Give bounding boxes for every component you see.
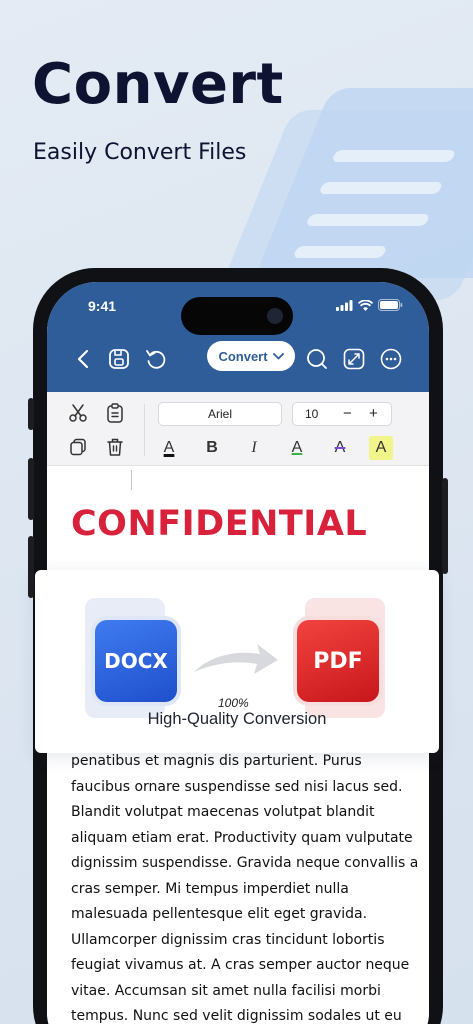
battery-icon: [378, 299, 403, 311]
font-color-letter: A: [163, 439, 175, 456]
document-line: Ullamcorper dignissim cras tincidunt lob…: [71, 931, 385, 948]
italic-button[interactable]: I: [242, 436, 266, 460]
background-line: [331, 150, 457, 162]
phone-power-button: [442, 478, 448, 574]
convert-label: Convert: [218, 348, 268, 364]
document-line: Blandit volutpat maecenas volutpat bland…: [71, 804, 375, 820]
fullscreen-button[interactable]: [340, 345, 368, 373]
conversion-card: DOCX PDF 100% High-Quality Conversion: [35, 570, 439, 753]
cellular-signal-icon: [336, 299, 353, 311]
formatting-ribbon: Ariel 10 − + A B I A A A: [47, 392, 429, 466]
undo-button[interactable]: [142, 345, 170, 373]
conversion-progress: 100%: [218, 696, 249, 710]
back-icon: [77, 349, 89, 369]
search-icon: [307, 349, 327, 369]
scissors-icon: [69, 404, 87, 422]
background-line: [305, 214, 431, 226]
convert-dropdown-button[interactable]: Convert: [207, 341, 295, 371]
pdf-file-icon: PDF: [297, 620, 379, 702]
highlight-button[interactable]: A: [369, 436, 393, 460]
decrease-font-size-button[interactable]: −: [343, 405, 352, 422]
italic-letter: I: [251, 439, 257, 456]
app-toolbar: Convert: [47, 337, 429, 381]
ribbon-divider: [144, 404, 145, 456]
arrow-right-icon: [194, 644, 278, 674]
highlight-letter: A: [375, 439, 387, 456]
docx-file-icon: DOCX: [95, 620, 177, 702]
bold-button[interactable]: B: [200, 436, 224, 460]
hero-subtitle: Easily Convert Files: [33, 140, 247, 165]
back-button[interactable]: [69, 345, 97, 373]
phone-volume-up: [28, 458, 34, 520]
document-line: dignissim suspendisse. Gravida neque con…: [71, 855, 419, 871]
copy-button[interactable]: [67, 436, 89, 458]
hero-title: Convert: [32, 52, 284, 117]
document-line: malesuada pellentesque elit eget gravida…: [71, 906, 368, 922]
document-body: penatibus et magnis dis parturient. Puru…: [71, 749, 419, 1024]
fullscreen-icon: [343, 348, 365, 370]
camera-icon: [267, 308, 283, 324]
phone-volume-down: [28, 536, 34, 598]
document-line: feugiat vivamus at. A cras semper auctor…: [71, 957, 410, 973]
font-family-select[interactable]: Ariel: [158, 402, 282, 426]
background-line: [292, 246, 388, 258]
clipboard-icon: [107, 403, 123, 423]
status-time: 9:41: [88, 298, 117, 314]
status-icons: [336, 299, 403, 311]
trash-icon: [107, 438, 123, 456]
paste-button[interactable]: [104, 402, 126, 424]
font-family-value: Ariel: [207, 407, 232, 421]
more-button[interactable]: [377, 345, 405, 373]
phone-side-button: [28, 398, 34, 430]
underline-color-button[interactable]: A: [285, 436, 309, 460]
copy-icon: [70, 438, 86, 456]
document-heading: CONFIDENTIAL: [71, 504, 368, 544]
strikethrough-button[interactable]: A: [328, 436, 352, 460]
document-line: cras semper. Mi tempus imperdiet nulla: [71, 880, 349, 897]
save-icon: [109, 349, 129, 369]
bold-letter: B: [206, 439, 218, 456]
document-line: vitae. Accumsan sit amet nulla facilisi …: [71, 982, 381, 999]
font-color-button[interactable]: A: [157, 436, 181, 460]
conversion-label: High-Quality Conversion: [147, 710, 327, 728]
text-cursor: [131, 470, 132, 490]
app-bar: 9:41 Convert: [47, 282, 429, 392]
search-button[interactable]: [303, 345, 331, 373]
to-format-label: PDF: [313, 648, 363, 674]
more-icon: [380, 348, 402, 370]
increase-font-size-button[interactable]: +: [369, 405, 378, 422]
font-size-value: 10: [305, 407, 319, 421]
cut-button[interactable]: [67, 402, 89, 424]
underline-letter: A: [291, 439, 303, 456]
document-line: tempus. Nunc sed velit dignissim sodales…: [71, 1008, 402, 1024]
document-line: faucibus ornare suspendisse sed nisi lac…: [71, 778, 403, 795]
strikethrough-letter: A: [334, 439, 346, 456]
undo-icon: [146, 350, 166, 369]
background-line: [318, 182, 444, 194]
font-size-stepper[interactable]: 10 − +: [292, 402, 392, 426]
document-line: aliquam etiam erat. Productivity quam vu…: [71, 829, 413, 846]
wifi-icon: [358, 299, 373, 311]
save-button[interactable]: [105, 345, 133, 373]
chevron-down-icon: [272, 352, 284, 360]
from-format-label: DOCX: [104, 649, 168, 673]
delete-button[interactable]: [104, 436, 126, 458]
dynamic-island: [181, 297, 293, 335]
